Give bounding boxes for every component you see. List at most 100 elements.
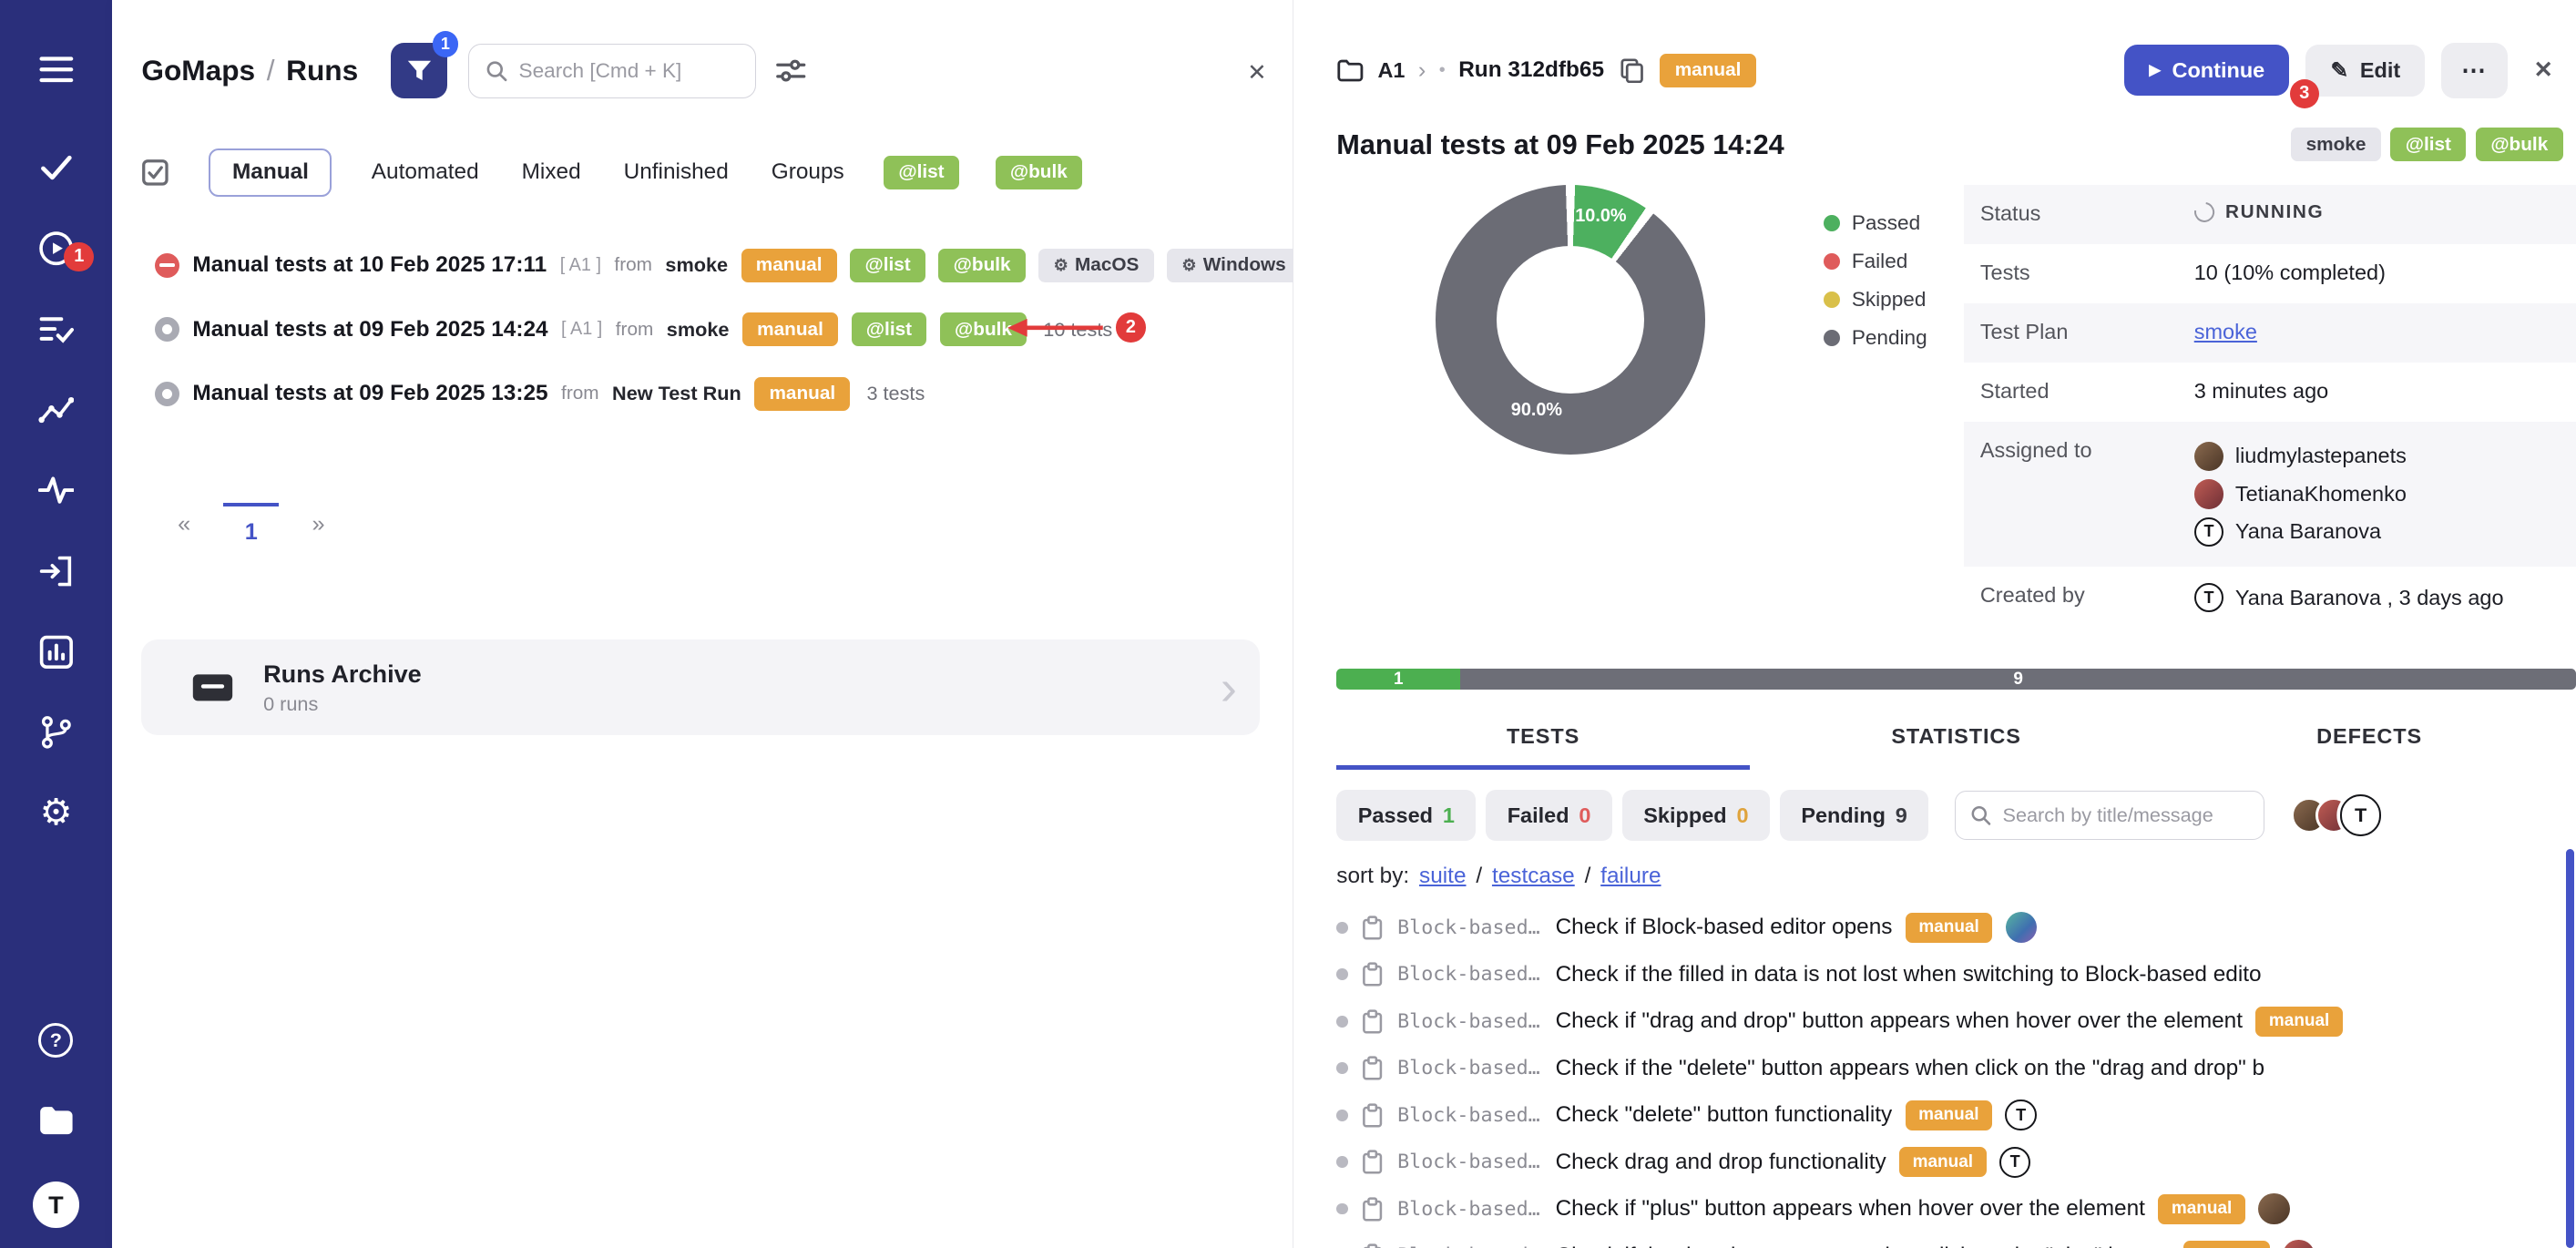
- tab-manual[interactable]: Manual: [209, 148, 332, 198]
- tab-tests[interactable]: TESTS: [1336, 710, 1750, 770]
- clipboard-icon: [1361, 961, 1384, 987]
- sort-by-failure-link[interactable]: failure: [1600, 864, 1661, 889]
- tag-filter-list[interactable]: @list: [884, 156, 959, 189]
- run-id: Run 312dfb65: [1458, 57, 1604, 83]
- assignee[interactable]: TYana Baranova: [2194, 517, 2407, 547]
- tag-filter-bulk[interactable]: @bulk: [996, 156, 1082, 189]
- edit-button[interactable]: ✎ Edit: [2305, 45, 2425, 97]
- manual-tag: manual: [1906, 913, 1992, 943]
- list-tag: @list: [852, 312, 927, 346]
- next-page-button[interactable]: »: [302, 502, 335, 548]
- progress-passed-segment: 1: [1336, 669, 1460, 690]
- close-panel-button[interactable]: ✕: [1247, 59, 1266, 87]
- runs-search-input[interactable]: [519, 59, 740, 83]
- project-name[interactable]: GoMaps: [141, 54, 255, 87]
- continue-label: Continue: [2172, 58, 2265, 83]
- avatar: T: [2194, 517, 2224, 547]
- assignee[interactable]: TetianaKhomenko: [2194, 479, 2407, 509]
- run-title: Manual tests at 10 Feb 2025 17:11: [192, 252, 547, 278]
- test-cases-icon[interactable]: [36, 148, 76, 188]
- results-checklist-icon[interactable]: [36, 310, 76, 349]
- help-icon[interactable]: ?: [36, 1020, 76, 1059]
- settings-gear-icon[interactable]: ⚙: [36, 793, 76, 833]
- filter-count-badge: 1: [433, 31, 459, 57]
- legend-passed: Passed: [1824, 211, 1927, 235]
- tests-list: Block-based… Check if Block-based editor…: [1336, 905, 2366, 1248]
- gear-glyph: ⚙: [40, 795, 73, 832]
- archive-title: Runs Archive: [263, 660, 422, 689]
- test-plan-link[interactable]: smoke: [2194, 320, 2257, 344]
- run-detail-panel: A1 › • Run 312dfb65 manual ▶ Continue ✎ …: [1293, 0, 2576, 1248]
- passed-dot: [1824, 215, 1840, 231]
- tab-statistics[interactable]: STATISTICS: [1750, 710, 2163, 770]
- bulk-tag: @bulk: [2476, 128, 2562, 161]
- integrations-branch-icon[interactable]: [36, 712, 76, 752]
- tab-unfinished[interactable]: Unfinished: [620, 148, 731, 197]
- sort-by-testcase-link[interactable]: testcase: [1492, 864, 1575, 889]
- sort-by-suite-link[interactable]: suite: [1419, 864, 1467, 889]
- trend-chart-icon[interactable]: [36, 390, 76, 429]
- run-status-pending-icon: [155, 317, 179, 342]
- more-actions-button[interactable]: ⋯: [2441, 43, 2507, 98]
- search-icon: [1970, 803, 1990, 826]
- clipboard-icon: [1361, 1149, 1384, 1175]
- filter-pending-button[interactable]: Pending9: [1780, 790, 1929, 841]
- continue-button[interactable]: ▶ Continue: [2124, 45, 2289, 96]
- copy-run-id-button[interactable]: [1618, 55, 1648, 86]
- spinner-icon: [2190, 199, 2217, 226]
- reports-icon[interactable]: [36, 632, 76, 671]
- menu-icon[interactable]: [36, 49, 76, 88]
- search-settings-icon[interactable]: [776, 58, 806, 83]
- manual-tag: manual: [2255, 1007, 2342, 1037]
- progress-pending-segment: 9: [1460, 669, 2576, 690]
- chevron-right-icon: ›: [1221, 663, 1237, 712]
- avatar: [2194, 442, 2224, 472]
- filter-skipped-button[interactable]: Skipped0: [1622, 790, 1770, 841]
- run-row[interactable]: Manual tests at 09 Feb 2025 13:25 from N…: [141, 362, 1293, 425]
- annotation-arrow-2: [1007, 318, 1106, 338]
- projects-folder-icon[interactable]: [36, 1101, 76, 1141]
- test-row[interactable]: Block-based… Check if "drag and drop" bu…: [1336, 997, 2366, 1044]
- test-row[interactable]: Block-based… Check if the "delete" butto…: [1336, 1045, 2366, 1091]
- test-status-dot: [1336, 922, 1348, 934]
- prev-page-button[interactable]: «: [168, 502, 200, 548]
- test-row[interactable]: Block-based… Check if the filled in data…: [1336, 951, 2366, 997]
- close-detail-button[interactable]: ✕: [2524, 44, 2563, 97]
- run-suite-ref: [ A1 ]: [561, 319, 602, 340]
- assignee[interactable]: liudmylastepanets: [2194, 442, 2407, 472]
- tab-automated[interactable]: Automated: [368, 148, 482, 197]
- run-manual-tag: manual: [1660, 54, 1755, 87]
- activity-pulse-icon[interactable]: [36, 471, 76, 510]
- test-status-dot: [1336, 1156, 1348, 1168]
- assignee-avatar-stack[interactable]: T: [2291, 794, 2381, 835]
- runs-archive-card[interactable]: Runs Archive 0 runs ›: [141, 639, 1260, 735]
- import-export-icon[interactable]: [36, 551, 76, 590]
- edit-label: Edit: [2360, 58, 2400, 83]
- donut-pending-label: 90.0%: [1511, 400, 1562, 421]
- config-label: MacOS: [1075, 252, 1139, 278]
- test-row[interactable]: Block-based… Check if Block-based editor…: [1336, 905, 2366, 951]
- filter-button[interactable]: 1: [391, 43, 446, 98]
- started-value: 3 minutes ago: [2194, 363, 2576, 420]
- test-row[interactable]: Block-based… Check if "plus" button appe…: [1336, 1185, 2366, 1232]
- info-row-status: Status RUNNING: [1964, 185, 2576, 244]
- filter-failed-button[interactable]: Failed0: [1486, 790, 1612, 841]
- test-row[interactable]: Block-based… Check if the dropdown appea…: [1336, 1233, 2366, 1248]
- suite-crumb[interactable]: A1: [1377, 58, 1405, 83]
- run-title: Manual tests at 09 Feb 2025 13:25: [192, 381, 547, 406]
- page-number-1[interactable]: 1: [223, 503, 279, 546]
- bulk-select-icon[interactable]: [141, 159, 169, 187]
- test-row[interactable]: Block-based… Check drag and drop functio…: [1336, 1139, 2366, 1185]
- sidebar: ⚙ ? T: [0, 0, 112, 1248]
- scrollbar-thumb[interactable]: [2566, 849, 2574, 1247]
- run-row[interactable]: Manual tests at 10 Feb 2025 17:11 [ A1 ]…: [141, 233, 1293, 297]
- tests-search-input[interactable]: [2003, 803, 2249, 827]
- tab-groups[interactable]: Groups: [768, 148, 847, 197]
- filter-passed-button[interactable]: Passed1: [1336, 790, 1476, 841]
- funnel-icon: [406, 59, 433, 82]
- runs-tabs: Manual Automated Mixed Unfinished Groups…: [141, 148, 1293, 198]
- tab-defects[interactable]: DEFECTS: [2162, 710, 2576, 770]
- workspace-avatar[interactable]: T: [33, 1182, 79, 1228]
- test-row[interactable]: Block-based… Check "delete" button funct…: [1336, 1091, 2366, 1138]
- tab-mixed[interactable]: Mixed: [518, 148, 584, 197]
